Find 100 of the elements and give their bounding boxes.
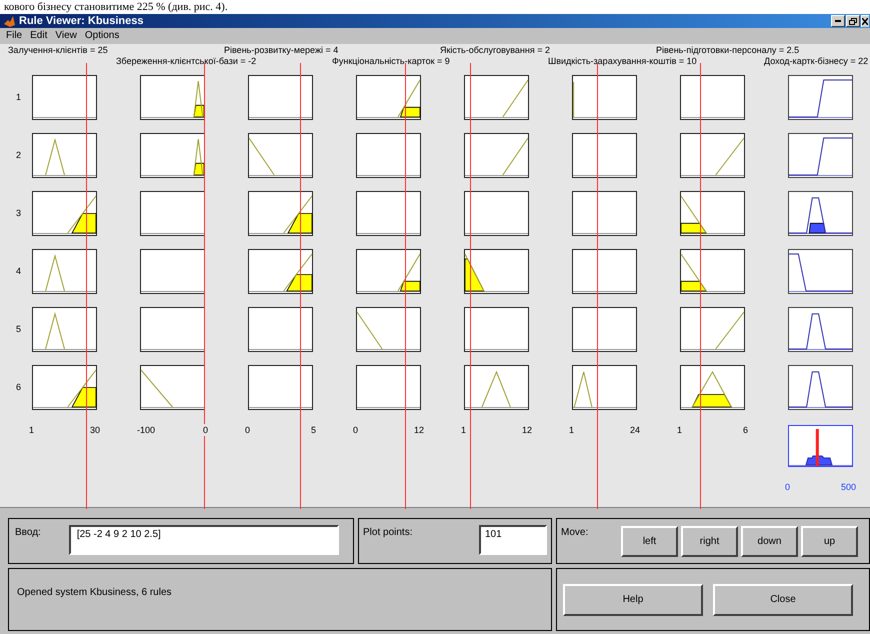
membership-plot bbox=[680, 75, 745, 120]
input-value-line[interactable] bbox=[404, 63, 406, 509]
membership-plot bbox=[680, 249, 745, 294]
variable-label: Залучення-клієнтів = 25 bbox=[8, 45, 109, 56]
minimize-button[interactable] bbox=[831, 15, 845, 27]
membership-plot bbox=[680, 133, 745, 178]
membership-plot bbox=[572, 307, 637, 352]
axis-tick-label: 0 bbox=[785, 481, 790, 493]
axis-tick-label: 24 bbox=[630, 424, 640, 436]
membership-plot bbox=[356, 249, 421, 294]
rule-number: 3 bbox=[16, 206, 22, 220]
axis-tick-label: 1 bbox=[29, 424, 34, 436]
move-button[interactable]: up bbox=[801, 526, 858, 557]
output-plot bbox=[788, 307, 853, 352]
input-value-line[interactable] bbox=[597, 63, 598, 509]
axis-tick-label: 1 bbox=[461, 424, 466, 436]
output-plot bbox=[788, 133, 853, 178]
membership-plot bbox=[248, 365, 313, 410]
move-button[interactable]: left bbox=[621, 526, 678, 557]
input-value-line[interactable] bbox=[470, 63, 471, 509]
membership-plot bbox=[464, 75, 529, 120]
membership-plot bbox=[356, 75, 421, 120]
input-value-line[interactable] bbox=[86, 63, 87, 509]
membership-plot bbox=[32, 133, 97, 178]
menu-item[interactable]: Options bbox=[84, 31, 120, 41]
close-button[interactable] bbox=[861, 15, 869, 27]
membership-plot bbox=[248, 191, 313, 236]
membership-plot bbox=[464, 249, 529, 294]
status-text: Opened system Kbusiness, 6 rules bbox=[17, 587, 172, 598]
membership-plot bbox=[356, 307, 421, 352]
input-field[interactable]: [25 -2 4 9 2 10 2.5] bbox=[68, 525, 339, 555]
membership-plot bbox=[572, 133, 637, 178]
axis-tick-label: 6 bbox=[742, 424, 748, 436]
minimize-icon bbox=[835, 20, 841, 22]
variable-label: Рівень-розвитку-мережі = 4 bbox=[224, 45, 340, 56]
rule-number: 6 bbox=[16, 380, 22, 394]
membership-plot bbox=[680, 365, 745, 410]
membership-plot bbox=[140, 249, 205, 294]
axis-tick-label: 500 bbox=[840, 481, 856, 493]
move-label: Move: bbox=[561, 526, 590, 540]
document-text: кового бізнесу становитиме 225 % (див. рис. 4). bbox=[4, 0, 228, 14]
membership-plot bbox=[680, 307, 745, 352]
close-button[interactable]: Close bbox=[713, 584, 853, 616]
axis-tick-label: 1 bbox=[677, 424, 682, 436]
membership-plot bbox=[140, 133, 205, 178]
rule-number: 4 bbox=[16, 264, 22, 278]
variable-label: Швидкість-зарахування-коштів = 10 bbox=[548, 56, 698, 67]
membership-plot bbox=[356, 365, 421, 410]
membership-plot bbox=[248, 307, 313, 352]
membership-plot bbox=[464, 307, 529, 352]
variable-label: Якість-обслуговування = 2 bbox=[440, 45, 551, 56]
membership-plot bbox=[356, 133, 421, 178]
axis-tick-label: -100 bbox=[137, 424, 156, 436]
axis-tick-label: 30 bbox=[90, 424, 100, 436]
output-plot bbox=[788, 249, 853, 294]
menu-item[interactable]: File bbox=[6, 31, 22, 41]
membership-plot bbox=[464, 191, 529, 236]
output-plot bbox=[788, 75, 853, 120]
menu-item[interactable]: Edit bbox=[30, 31, 48, 41]
membership-plot bbox=[356, 191, 421, 236]
membership-plot bbox=[572, 75, 637, 120]
axis-tick-label: 0 bbox=[353, 424, 358, 436]
membership-plot bbox=[32, 307, 97, 352]
axis-tick-label: 1 bbox=[569, 424, 574, 436]
membership-plot bbox=[248, 133, 313, 178]
rule-number: 2 bbox=[16, 148, 22, 162]
membership-plot bbox=[680, 191, 745, 236]
output-label: Доход-картк-бізнесу = 22 bbox=[764, 56, 868, 67]
plot-points-label: Plot points: bbox=[363, 526, 412, 540]
variable-label: Збереження-клієнтської-бази = -2 bbox=[116, 56, 258, 67]
close-icon bbox=[862, 18, 868, 25]
input-value-line[interactable] bbox=[300, 63, 301, 509]
membership-plot bbox=[32, 75, 97, 120]
membership-plot bbox=[32, 191, 97, 236]
axis-tick-label: 12 bbox=[414, 424, 424, 436]
membership-plot bbox=[572, 249, 637, 294]
restore-icon bbox=[849, 18, 857, 24]
menu-item[interactable]: View bbox=[55, 31, 77, 41]
membership-plot bbox=[32, 365, 97, 410]
help-button[interactable]: Help bbox=[563, 584, 703, 616]
membership-plot bbox=[140, 307, 205, 352]
membership-plot bbox=[32, 249, 97, 294]
membership-plot bbox=[572, 365, 637, 410]
membership-plot bbox=[140, 75, 205, 120]
move-button[interactable]: down bbox=[741, 526, 798, 557]
plot-points-field[interactable]: 101 bbox=[479, 525, 547, 555]
move-button[interactable]: right bbox=[681, 526, 738, 557]
membership-plot bbox=[572, 191, 637, 236]
output-plot bbox=[788, 365, 853, 410]
restore-button[interactable] bbox=[846, 15, 860, 27]
output-plot bbox=[788, 191, 853, 236]
input-value-line[interactable] bbox=[204, 63, 205, 509]
axis-tick-label: 5 bbox=[310, 424, 316, 436]
membership-plot bbox=[248, 249, 313, 294]
output-value-line[interactable] bbox=[816, 429, 819, 466]
input-label: Ввод: bbox=[15, 526, 41, 540]
membership-plot bbox=[140, 191, 205, 236]
axis-tick-label: 0 bbox=[202, 424, 208, 436]
rule-number: 5 bbox=[16, 322, 22, 336]
axis-tick-label: 0 bbox=[245, 424, 250, 436]
